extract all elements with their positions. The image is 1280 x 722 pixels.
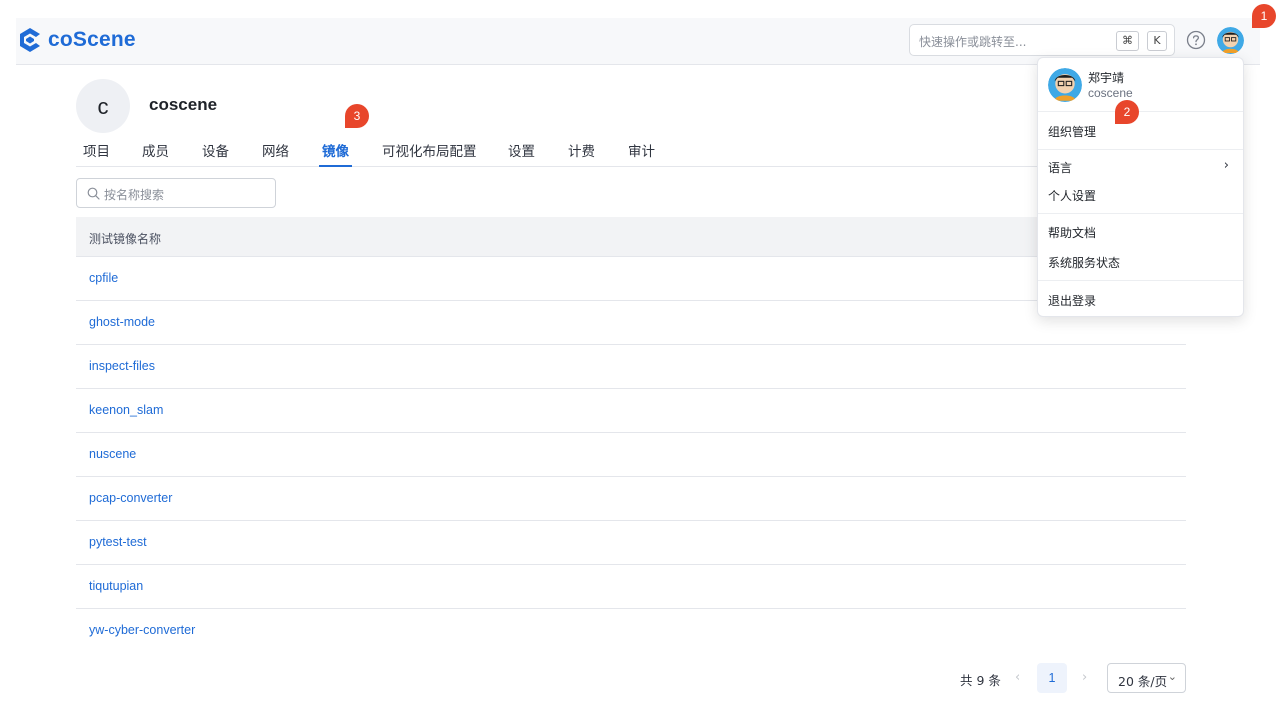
marker-3: 3 <box>345 104 369 128</box>
image-search-input[interactable]: 按名称搜索 <box>76 178 276 208</box>
divider <box>1038 149 1243 150</box>
org-avatar: c <box>76 79 130 133</box>
marker-1: 1 <box>1252 4 1276 28</box>
image-link[interactable]: keenon_slam <box>89 403 163 417</box>
pagination-total: 共 9 条 <box>960 673 1001 688</box>
menu-item-language[interactable]: 语言 <box>1048 159 1072 176</box>
help-icon[interactable] <box>1186 30 1206 50</box>
active-tab-indicator <box>319 165 352 167</box>
next-page-icon[interactable]: › <box>1082 670 1087 685</box>
tab-devices[interactable]: 设备 <box>202 140 229 160</box>
marker-2: 2 <box>1115 100 1139 124</box>
user-org: coscene <box>1088 86 1133 100</box>
chevron-right-icon: › <box>1223 158 1229 173</box>
image-link[interactable]: nuscene <box>89 447 136 461</box>
page-size-value: 20 条/页 <box>1118 674 1168 689</box>
table-row: pcap-converter <box>76 477 1186 521</box>
menu-item-logout[interactable]: 退出登录 <box>1048 292 1096 309</box>
tab-network[interactable]: 网络 <box>262 140 289 160</box>
image-link[interactable]: ghost-mode <box>89 315 155 329</box>
command-search-placeholder: 快速操作或跳转至... <box>919 35 1027 49</box>
tab-billing[interactable]: 计费 <box>568 140 595 160</box>
user-name: 郑宇靖 <box>1088 71 1125 85</box>
tab-audit[interactable]: 审计 <box>628 140 655 160</box>
prev-page-icon[interactable]: ‹ <box>1015 670 1020 685</box>
org-name: coscene <box>149 95 218 114</box>
logo[interactable]: coScene <box>16 26 136 54</box>
user-avatar <box>1048 68 1082 102</box>
table-row: tiqutupian <box>76 565 1186 609</box>
search-placeholder: 按名称搜索 <box>104 188 165 202</box>
image-link[interactable]: cpfile <box>89 271 118 285</box>
table-row: pytest-test <box>76 521 1186 565</box>
menu-item-help-docs[interactable]: 帮助文档 <box>1048 224 1096 241</box>
tab-projects[interactable]: 项目 <box>83 140 110 160</box>
menu-item-org-management[interactable]: 组织管理 <box>1048 123 1096 140</box>
menu-item-system-status[interactable]: 系统服务状态 <box>1048 254 1120 271</box>
divider <box>1038 213 1243 214</box>
tab-visualization-layouts[interactable]: 可视化布局配置 <box>382 140 477 160</box>
logo-text: coScene <box>48 28 136 51</box>
divider <box>1038 111 1243 112</box>
column-header-name: 测试镜像名称 <box>89 232 162 246</box>
coscene-logo-icon <box>20 28 40 52</box>
table-row: keenon_slam <box>76 389 1186 433</box>
image-link[interactable]: inspect-files <box>89 359 155 373</box>
table-row: ghost-mode <box>76 301 1186 345</box>
image-link[interactable]: yw-cyber-converter <box>89 623 195 637</box>
divider <box>1038 280 1243 281</box>
tab-images[interactable]: 镜像 <box>322 140 349 160</box>
command-search-input[interactable]: 快速操作或跳转至... ⌘ K <box>909 24 1175 56</box>
chevron-down-icon: ⌄ <box>1167 670 1177 683</box>
table-row: inspect-files <box>76 345 1186 389</box>
page-size-select[interactable]: 20 条/页 ⌄ <box>1107 663 1186 693</box>
table-row: nuscene <box>76 433 1186 477</box>
shortcut-key-cmd: ⌘ <box>1116 31 1139 51</box>
org-tabs: 项目 成员 设备 网络 镜像 可视化布局配置 设置 计费 审计 <box>76 131 1186 167</box>
image-link[interactable]: tiqutupian <box>89 579 143 593</box>
shortcut-key-k: K <box>1147 31 1167 51</box>
tab-members[interactable]: 成员 <box>142 140 169 160</box>
page-number-current[interactable]: 1 <box>1037 663 1067 693</box>
image-link[interactable]: pcap-converter <box>89 491 172 505</box>
menu-item-personal-settings[interactable]: 个人设置 <box>1048 187 1096 204</box>
tab-settings[interactable]: 设置 <box>508 140 535 160</box>
user-avatar-button[interactable] <box>1217 27 1244 54</box>
table-header: 测试镜像名称 <box>76 217 1186 257</box>
table-row: yw-cyber-converter <box>76 609 1186 653</box>
table-row: cpfile <box>76 257 1186 301</box>
image-link[interactable]: pytest-test <box>89 535 147 549</box>
user-menu: 郑宇靖 coscene 组织管理 语言 › 个人设置 帮助文档 系统服务状态 退… <box>1037 57 1244 317</box>
search-icon <box>87 187 100 200</box>
